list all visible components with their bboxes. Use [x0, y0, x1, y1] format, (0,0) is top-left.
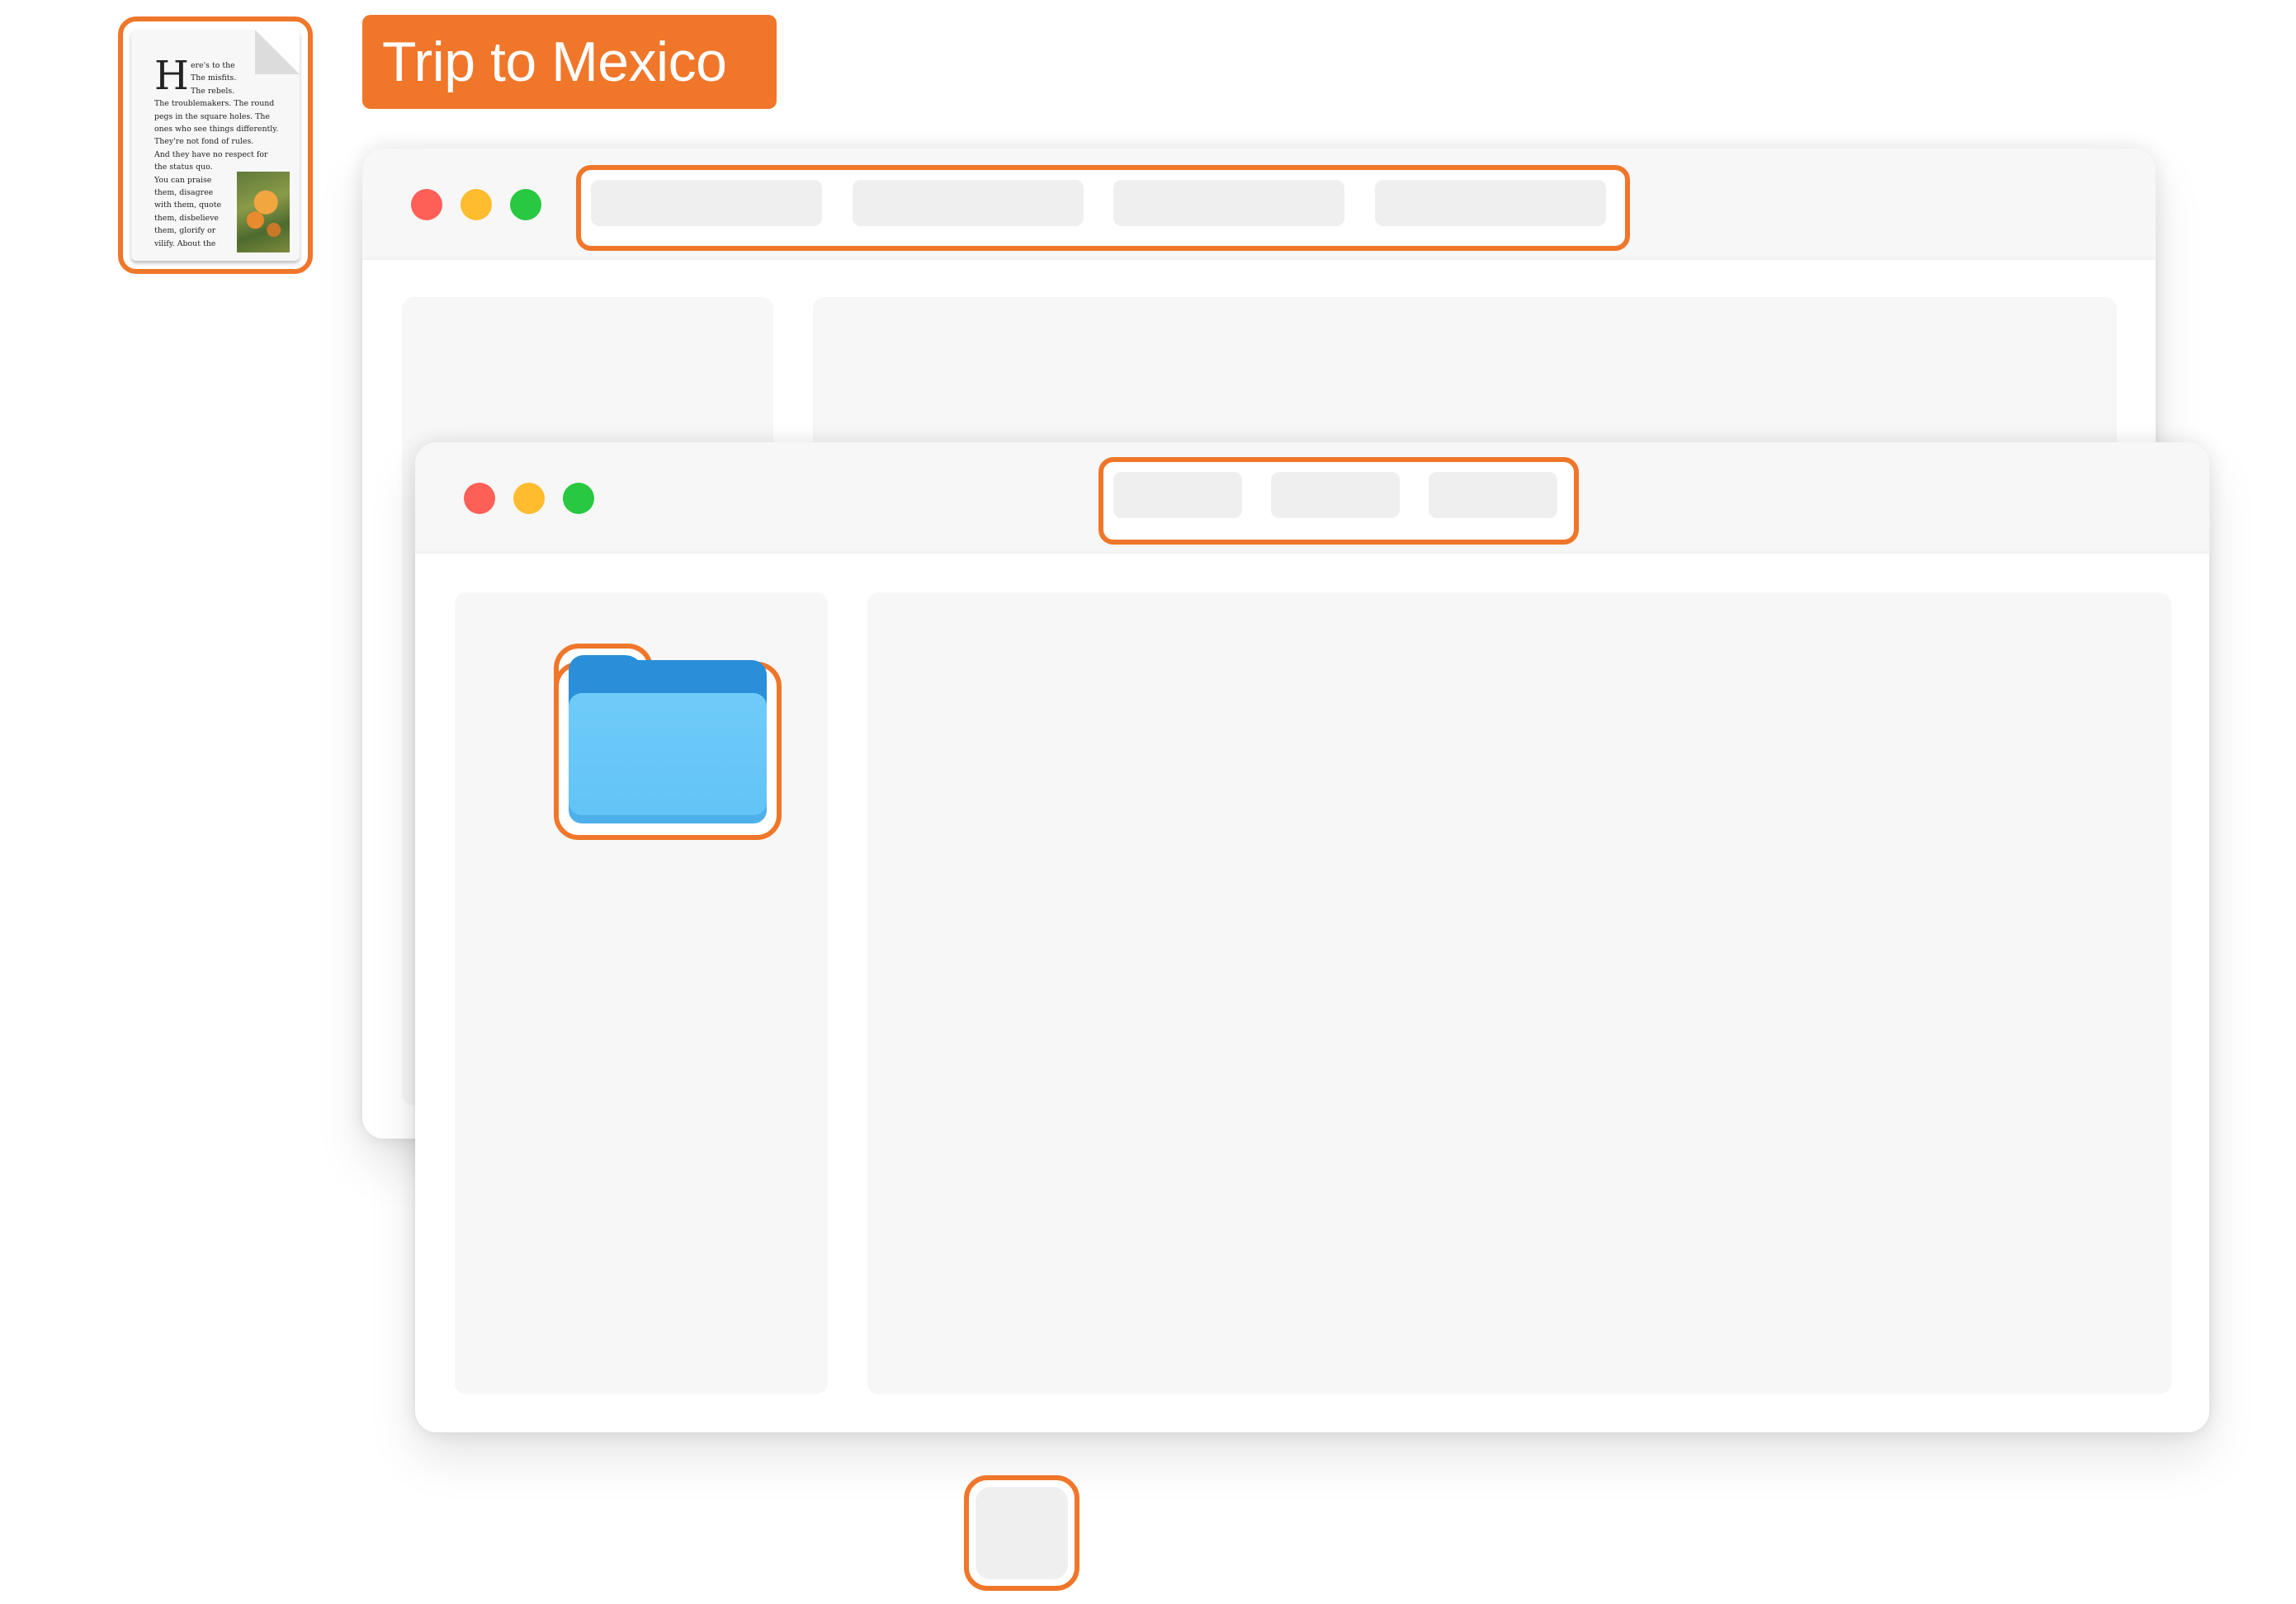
- front-window-tab-bar: [1098, 457, 1579, 545]
- minimize-button[interactable]: [513, 483, 545, 514]
- title-badge: Trip to Mexico: [362, 15, 777, 109]
- document-line: The troublemakers. The round: [154, 99, 275, 109]
- document-line: them, disagree: [154, 188, 214, 198]
- tab[interactable]: [1271, 472, 1400, 518]
- tab[interactable]: [853, 180, 1084, 226]
- tab[interactable]: [591, 180, 822, 226]
- document-icon[interactable]: H ere's to the The misfits. The rebels. …: [118, 17, 313, 274]
- tab[interactable]: [1429, 472, 1557, 518]
- document-line: ones who see things differently.: [154, 125, 278, 134]
- back-window-titlebar[interactable]: [362, 149, 2156, 256]
- document-photo: [237, 172, 290, 252]
- zoom-button[interactable]: [510, 189, 541, 220]
- dock-item-placeholder: [976, 1487, 1068, 1579]
- front-window-titlebar[interactable]: [415, 442, 2209, 550]
- document-page-fold: [255, 30, 300, 74]
- document-line: The rebels.: [191, 86, 235, 96]
- document-line: And they have no respect for: [154, 149, 268, 159]
- content-area: [867, 592, 2171, 1394]
- zoom-button[interactable]: [563, 483, 594, 514]
- dock-item[interactable]: [964, 1475, 1079, 1591]
- folder-front: [569, 693, 767, 823]
- close-button[interactable]: [411, 189, 442, 220]
- document-line: them, glorify or: [154, 226, 216, 236]
- tab[interactable]: [1113, 180, 1344, 226]
- document-page: H ere's to the The misfits. The rebels. …: [131, 30, 300, 261]
- minimize-button[interactable]: [461, 189, 492, 220]
- folder-icon[interactable]: [554, 644, 782, 840]
- tab[interactable]: [1113, 472, 1242, 518]
- close-button[interactable]: [464, 483, 495, 514]
- document-line: You can praise: [154, 175, 212, 185]
- document-line: vilify. About the: [154, 238, 216, 248]
- document-line: them, disbelieve: [154, 213, 219, 223]
- back-window-tab-bar: [576, 165, 1630, 251]
- document-line: pegs in the square holes. The: [154, 111, 270, 121]
- tab[interactable]: [1375, 180, 1606, 226]
- front-window[interactable]: [415, 442, 2209, 1432]
- document-line: with them, quote: [154, 200, 222, 210]
- document-line: They're not fond of rules.: [154, 137, 254, 147]
